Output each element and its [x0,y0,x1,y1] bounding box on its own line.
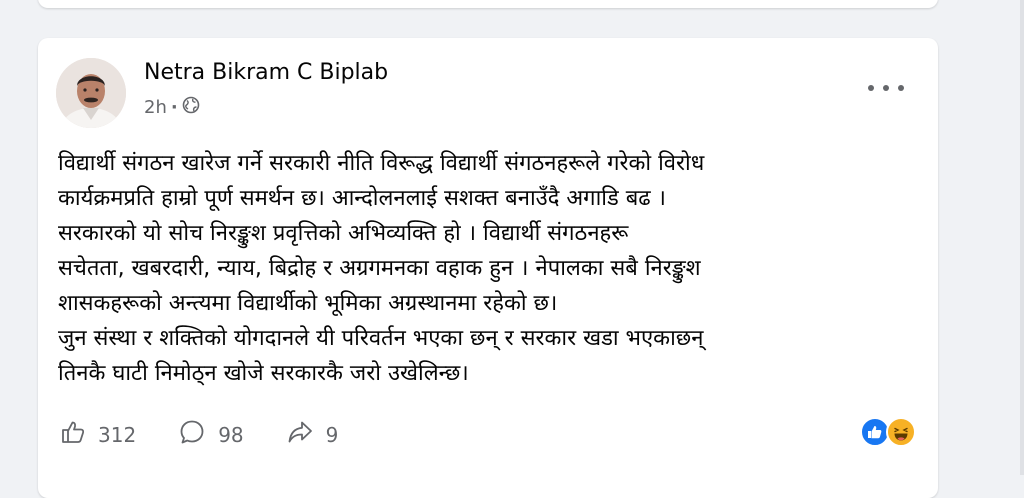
post-text-line: शासकहरूको अन्त्यमा विद्यार्थीको भूमिका अ… [58,291,558,316]
previous-post-card [38,0,938,8]
scrollbar-track[interactable] [1020,0,1024,475]
like-icon [60,419,86,450]
post-text-line: सचेतता, खबरदारी, न्याय, बिद्रोह र अग्रगम… [58,256,701,281]
author-name[interactable]: Netra Bikram C Biplab [144,60,388,85]
post-text-line: जुन संस्था र शक्तिको योगदानले यी परिवर्त… [58,326,704,351]
reaction-summary[interactable] [860,417,916,447]
post-meta: 2h · [144,96,200,119]
post-text-line: कार्यक्रमप्रति हाम्रो पूर्ण समर्थन छ। आन… [58,186,667,211]
like-button[interactable]: 312 [60,419,136,450]
meta-separator: · [170,97,178,118]
globe-icon[interactable] [182,96,200,119]
post-card: Netra Bikram C Biplab 2h · विद्यार्थी सं… [38,38,938,498]
share-button[interactable]: 9 [286,419,339,450]
post-text-line: विद्यार्थी संगठन खारेज गर्ने सरकारी नीति… [58,151,705,176]
post-actions: 312 98 9 [60,418,380,451]
share-icon [286,419,314,450]
post-text-line: तिनकै घाटी निमोठ्न खोजे सरकारकै जरो उखेल… [58,361,469,386]
share-count: 9 [325,422,339,447]
comment-count: 98 [218,422,244,447]
author-avatar[interactable] [56,58,126,128]
comment-icon [178,418,206,451]
like-count: 312 [98,422,137,447]
haha-reaction-icon [886,417,916,447]
post-time[interactable]: 2h [144,97,167,118]
post-text: विद्यार्थी संगठन खारेज गर्ने सरकारी नीति… [58,146,928,391]
post-text-line: सरकारको यो सोच निरङ्कुश प्रवृत्तिको अभिव… [58,221,629,246]
more-options-icon[interactable] [868,78,904,98]
comment-button[interactable]: 98 [178,418,244,451]
